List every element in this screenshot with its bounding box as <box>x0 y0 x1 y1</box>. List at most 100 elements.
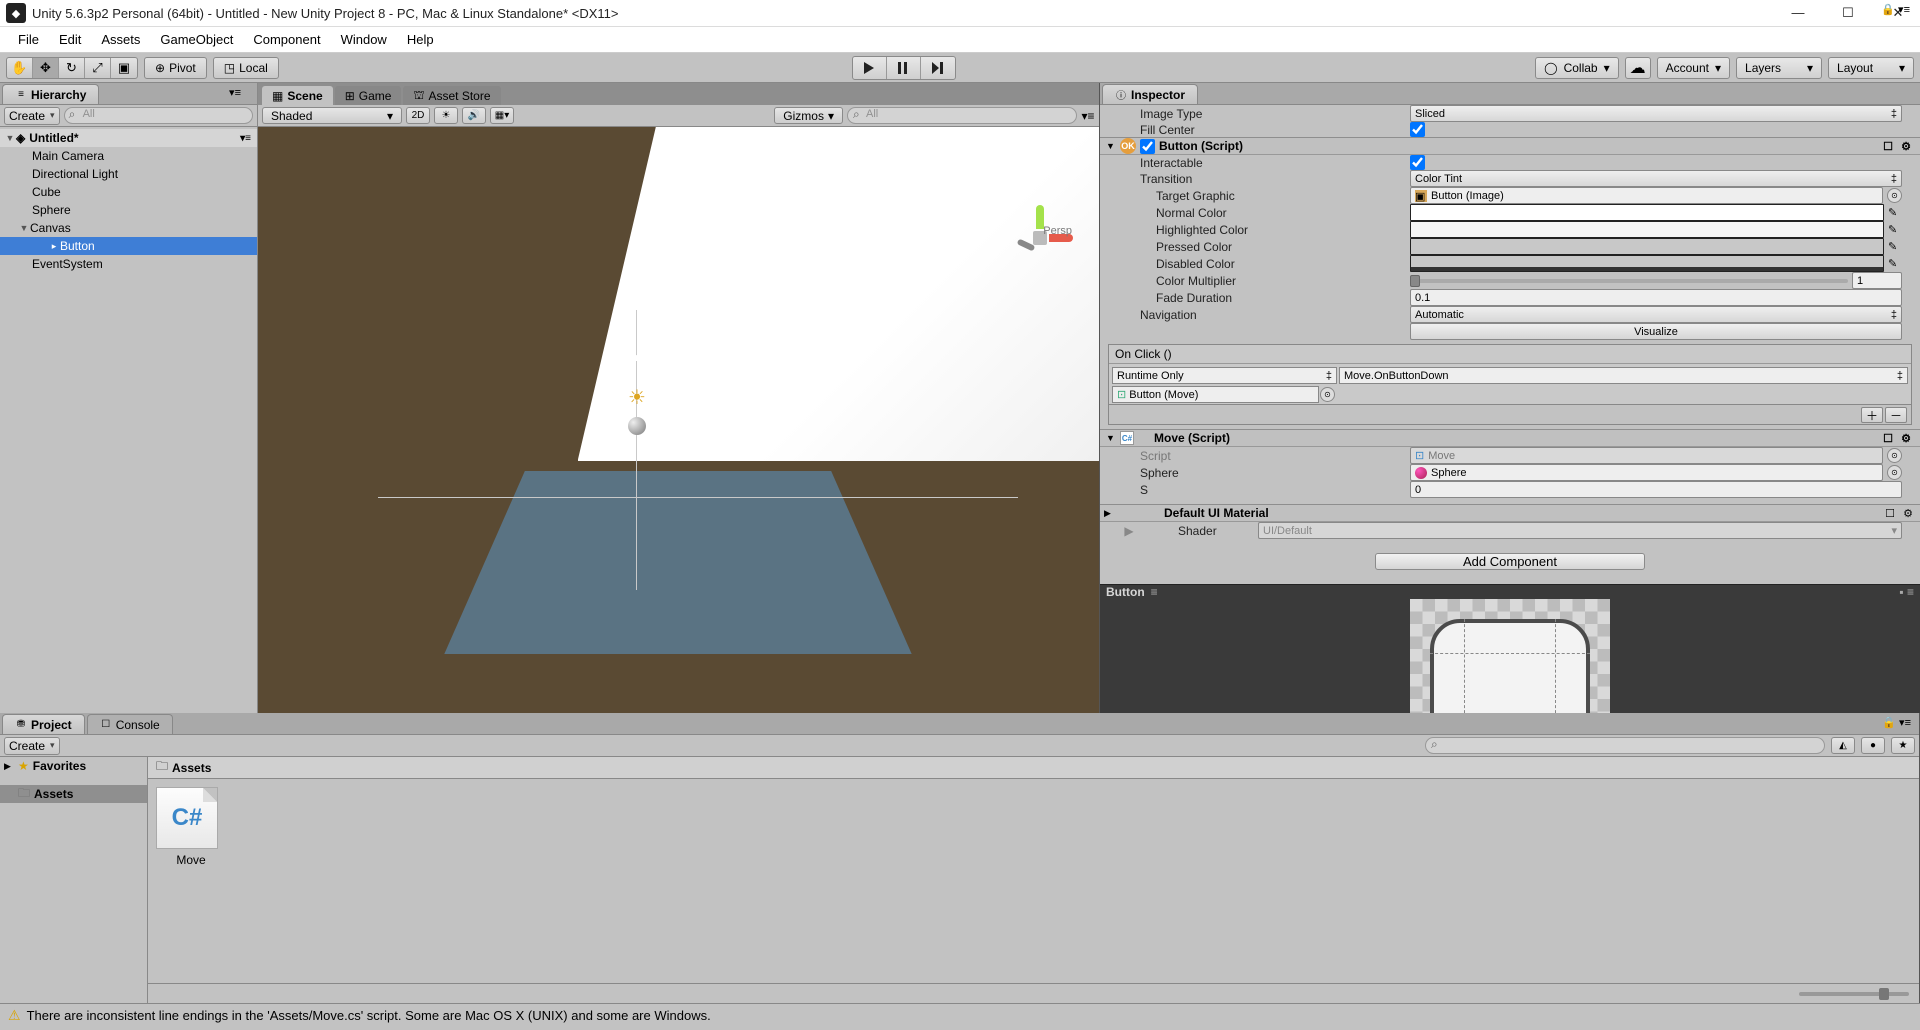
onclick-runtime-dropdown[interactable]: Runtime Only‡ <box>1112 367 1337 384</box>
tab-project[interactable]: ⛃Project <box>2 714 85 734</box>
hierarchy-item-directional-light[interactable]: Directional Light <box>0 165 257 183</box>
component-gear-icon[interactable]: ⚙ <box>1898 430 1914 446</box>
transition-dropdown[interactable]: Color Tint‡ <box>1410 170 1902 187</box>
project-filter-icon[interactable]: ◭ <box>1831 737 1855 754</box>
local-toggle-button[interactable]: ◳Local <box>213 57 279 79</box>
menu-assets[interactable]: Assets <box>91 32 150 47</box>
toggle-2d-button[interactable]: 2D <box>406 107 430 124</box>
fold-icon[interactable]: ▼ <box>1106 433 1116 443</box>
onclick-target-picker-icon[interactable]: ⊙ <box>1320 387 1335 402</box>
shader-dropdown[interactable]: UI/Default▾ <box>1258 522 1902 539</box>
component-gear-icon[interactable]: ⚙ <box>1900 505 1916 521</box>
project-create-dropdown[interactable]: Create <box>4 737 60 755</box>
color-multiplier-slider[interactable] <box>1410 279 1848 283</box>
onclick-target-field[interactable]: ⊡ Button (Move) <box>1112 386 1319 403</box>
hierarchy-item-main-camera[interactable]: Main Camera <box>0 147 257 165</box>
onclick-function-dropdown[interactable]: Move.OnButtonDown‡ <box>1339 367 1908 384</box>
projection-label[interactable]: Persp <box>1043 225 1072 237</box>
tab-asset-store[interactable]: ⛫Asset Store <box>403 86 500 105</box>
menu-edit[interactable]: Edit <box>49 32 91 47</box>
navigation-dropdown[interactable]: Automatic‡ <box>1410 306 1902 323</box>
account-dropdown[interactable]: Account▾ <box>1657 57 1730 79</box>
scene-audio-button[interactable]: 🔊 <box>462 107 486 124</box>
scene-search-input[interactable]: All <box>847 107 1077 124</box>
hierarchy-scene-row[interactable]: ▼◈Untitled*▾≡ <box>0 129 257 147</box>
help-icon[interactable]: ☐ <box>1882 505 1898 521</box>
window-maximize-button[interactable]: ☐ <box>1832 5 1864 21</box>
project-filter-type-icon[interactable]: ● <box>1861 737 1885 754</box>
scene-panel-menu[interactable]: ▾≡ <box>1081 109 1095 123</box>
visualize-button[interactable]: Visualize <box>1410 323 1902 340</box>
eyedropper-icon[interactable]: ✎ <box>1888 223 1902 237</box>
component-header-button[interactable]: ▼ OK Button (Script) ☐⚙ <box>1100 137 1920 155</box>
hierarchy-create-dropdown[interactable]: Create <box>4 107 60 125</box>
tab-game[interactable]: ⊞Game <box>335 86 402 105</box>
rect-tool-button[interactable]: ▣ <box>111 58 137 78</box>
s-field[interactable]: 0 <box>1410 481 1902 498</box>
asset-item-move[interactable]: C# Move <box>156 787 226 867</box>
hierarchy-item-canvas[interactable]: ▼Canvas <box>0 219 257 237</box>
help-icon[interactable]: ☐ <box>1880 138 1896 154</box>
layout-dropdown[interactable]: Layout▾ <box>1828 57 1914 79</box>
hierarchy-search-input[interactable]: All <box>64 107 253 124</box>
step-button[interactable] <box>921 57 955 79</box>
add-component-button[interactable]: Add Component <box>1375 553 1645 570</box>
material-header[interactable]: ▶ Default UI Material ☐⚙ <box>1100 504 1920 522</box>
fade-duration-field[interactable]: 0.1 <box>1410 289 1902 306</box>
sphere-picker-icon[interactable]: ⊙ <box>1887 465 1902 480</box>
fold-icon[interactable]: ▼ <box>1106 141 1116 151</box>
project-thumbnail-size-slider[interactable] <box>1799 992 1909 996</box>
preview-menu-icon[interactable]: ▪ ≡ <box>1899 585 1914 599</box>
project-favorite-icon[interactable]: ★ <box>1891 737 1915 754</box>
project-panel-menu[interactable]: 🔒 ▾≡ <box>1878 716 1915 729</box>
menu-help[interactable]: Help <box>397 32 444 47</box>
eyedropper-icon[interactable]: ✎ <box>1888 257 1902 271</box>
disabled-color-field[interactable] <box>1410 255 1884 272</box>
fill-center-checkbox[interactable] <box>1410 122 1425 137</box>
component-gear-icon[interactable]: ⚙ <box>1898 138 1914 154</box>
gizmos-dropdown[interactable]: Gizmos▾ <box>774 107 843 124</box>
menu-file[interactable]: File <box>8 32 49 47</box>
menu-window[interactable]: Window <box>331 32 397 47</box>
project-breadcrumb[interactable]: 🗀Assets <box>148 757 1919 779</box>
play-button[interactable] <box>853 57 887 79</box>
orientation-gizmo[interactable] <box>999 197 1079 277</box>
project-favorites-row[interactable]: ▶★Favorites <box>0 757 147 775</box>
inspector-panel-menu[interactable]: 🔒 ▾≡ <box>1877 3 1914 16</box>
interactable-checkbox[interactable] <box>1410 155 1425 170</box>
script-picker-icon[interactable]: ⊙ <box>1887 448 1902 463</box>
hierarchy-item-sphere[interactable]: Sphere <box>0 201 257 219</box>
pause-button[interactable] <box>887 57 921 79</box>
sphere-object-field[interactable]: Sphere <box>1410 464 1883 481</box>
target-graphic-field[interactable]: ▣Button (Image) <box>1410 187 1883 204</box>
menu-component[interactable]: Component <box>243 32 330 47</box>
rotate-tool-button[interactable]: ↻ <box>59 58 85 78</box>
scene-fx-button[interactable]: ▦▾ <box>490 107 514 124</box>
window-minimize-button[interactable]: — <box>1782 5 1814 21</box>
hierarchy-item-eventsystem[interactable]: EventSystem <box>0 255 257 273</box>
normal-color-field[interactable] <box>1410 204 1884 221</box>
tab-hierarchy[interactable]: ≡Hierarchy <box>2 84 99 104</box>
tab-scene[interactable]: ▦Scene <box>262 86 333 105</box>
color-multiplier-value[interactable]: 1 <box>1852 272 1902 289</box>
scene-lighting-button[interactable]: ☀ <box>434 107 458 124</box>
project-search-input[interactable] <box>1425 737 1825 754</box>
hierarchy-item-button[interactable]: ▸Button <box>0 237 257 255</box>
hand-tool-button[interactable]: ✋ <box>7 58 33 78</box>
tab-console[interactable]: ☐Console <box>87 714 173 734</box>
target-graphic-picker-icon[interactable]: ⊙ <box>1887 188 1902 203</box>
project-assets-row[interactable]: 🗀Assets <box>0 785 147 803</box>
component-header-move[interactable]: ▼ C# Move (Script) ☐⚙ <box>1100 429 1920 447</box>
help-icon[interactable]: ☐ <box>1880 430 1896 446</box>
menu-gameobject[interactable]: GameObject <box>150 32 243 47</box>
onclick-add-button[interactable]: ＋ <box>1861 407 1883 423</box>
eyedropper-icon[interactable]: ✎ <box>1888 206 1902 220</box>
layers-dropdown[interactable]: Layers▾ <box>1736 57 1822 79</box>
button-enabled-checkbox[interactable] <box>1140 139 1155 154</box>
image-type-dropdown[interactable]: Sliced‡ <box>1410 105 1902 122</box>
collab-dropdown[interactable]: ◯Collab▾ <box>1535 57 1619 79</box>
scene-viewport[interactable]: ☁ ☀ Persp <box>258 127 1099 713</box>
eyedropper-icon[interactable]: ✎ <box>1888 240 1902 254</box>
hierarchy-item-cube[interactable]: Cube <box>0 183 257 201</box>
scale-tool-button[interactable]: ⤢ <box>85 58 111 78</box>
